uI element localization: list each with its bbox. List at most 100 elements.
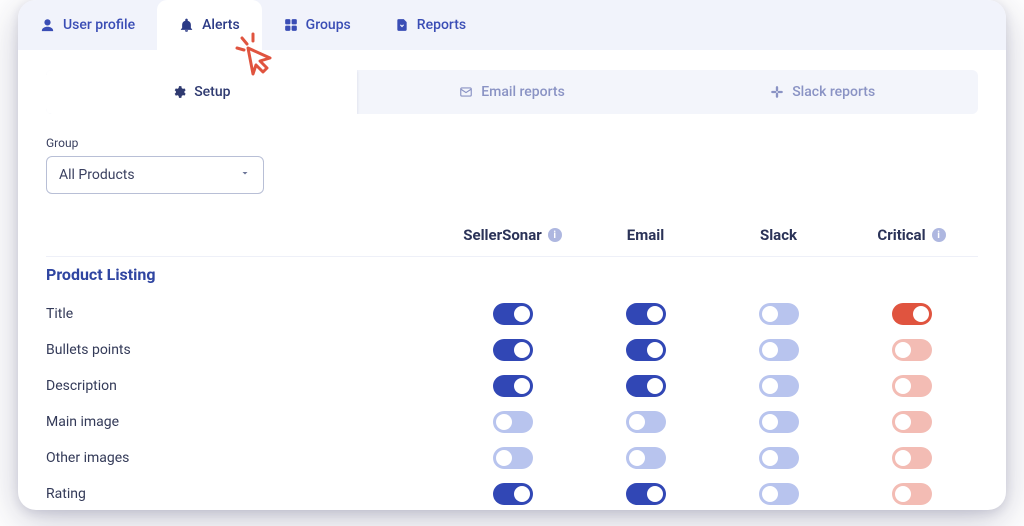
chevron-down-icon: [239, 167, 251, 183]
toggle-cell-critical: [845, 339, 978, 361]
tab-label: Reports: [417, 17, 466, 33]
table-row: Description: [46, 368, 978, 404]
email-toggle[interactable]: [626, 339, 666, 361]
row-label: Main image: [46, 414, 446, 430]
slack-toggle[interactable]: [759, 303, 799, 325]
table-row: Rating: [46, 476, 978, 510]
sellersonar-toggle[interactable]: [493, 483, 533, 505]
critical-toggle[interactable]: [892, 339, 932, 361]
toggle-cell-email: [579, 483, 712, 505]
sellersonar-toggle[interactable]: [493, 411, 533, 433]
tab-reports[interactable]: Reports: [373, 0, 488, 50]
column-slack: Slack: [712, 226, 845, 244]
critical-toggle[interactable]: [892, 483, 932, 505]
email-toggle[interactable]: [626, 483, 666, 505]
column-label: Email: [627, 226, 664, 244]
row-label: Title: [46, 306, 446, 322]
column-email: Email: [579, 226, 712, 244]
info-icon[interactable]: i: [548, 228, 562, 242]
column-critical: Critical i: [845, 226, 978, 244]
subtab-setup[interactable]: Setup: [46, 70, 357, 114]
subtab-label: Setup: [194, 84, 230, 100]
tab-label: Groups: [306, 17, 351, 33]
critical-toggle[interactable]: [892, 375, 932, 397]
email-toggle[interactable]: [626, 447, 666, 469]
toggle-cell-sellersonar: [446, 375, 579, 397]
column-sellersonar: SellerSonar i: [446, 226, 579, 244]
info-icon[interactable]: i: [932, 228, 946, 242]
section-title: Product Listing: [46, 256, 978, 296]
slack-toggle[interactable]: [759, 447, 799, 469]
grid-icon: [284, 18, 298, 32]
subtab-slack-reports[interactable]: Slack reports: [667, 70, 978, 114]
table-row: Bullets points: [46, 332, 978, 368]
tab-user-profile[interactable]: User profile: [18, 0, 157, 50]
email-toggle[interactable]: [626, 303, 666, 325]
toggle-cell-email: [579, 303, 712, 325]
critical-toggle[interactable]: [892, 303, 932, 325]
toggle-cell-critical: [845, 411, 978, 433]
toggle-cell-email: [579, 339, 712, 361]
toggle-cell-slack: [712, 447, 845, 469]
column-label: Critical: [877, 226, 925, 244]
critical-toggle[interactable]: [892, 447, 932, 469]
tab-label: User profile: [63, 17, 135, 33]
critical-toggle[interactable]: [892, 411, 932, 433]
gear-icon: [172, 85, 186, 99]
row-label: Other images: [46, 450, 446, 466]
mail-icon: [459, 85, 473, 99]
column-label: SellerSonar: [463, 226, 542, 244]
table-row: Other images: [46, 440, 978, 476]
toggle-cell-sellersonar: [446, 303, 579, 325]
toggle-cell-slack: [712, 303, 845, 325]
group-select[interactable]: All Products: [46, 156, 264, 194]
toggle-cell-critical: [845, 447, 978, 469]
toggle-cell-critical: [845, 303, 978, 325]
subtab-label: Email reports: [481, 84, 565, 100]
toggle-cell-slack: [712, 339, 845, 361]
slack-toggle[interactable]: [759, 339, 799, 361]
toggle-cell-critical: [845, 375, 978, 397]
subtab-label: Slack reports: [792, 84, 875, 100]
email-toggle[interactable]: [626, 411, 666, 433]
slack-icon: [770, 85, 784, 99]
group-field-label: Group: [46, 136, 978, 150]
toggle-cell-sellersonar: [446, 447, 579, 469]
tab-alerts[interactable]: Alerts: [157, 0, 262, 50]
sub-tabs: Setup Email reports Slack reports: [46, 70, 978, 114]
toggle-cell-slack: [712, 411, 845, 433]
bell-icon: [179, 18, 194, 33]
toggle-cell-email: [579, 375, 712, 397]
row-label: Bullets points: [46, 342, 446, 358]
table-row: Title: [46, 296, 978, 332]
toggle-cell-sellersonar: [446, 411, 579, 433]
top-nav: User profile Alerts Groups Reports: [18, 0, 1006, 50]
slack-toggle[interactable]: [759, 483, 799, 505]
slack-toggle[interactable]: [759, 411, 799, 433]
app-card: User profile Alerts Groups Reports: [18, 0, 1006, 510]
table-row: Main image: [46, 404, 978, 440]
sellersonar-toggle[interactable]: [493, 339, 533, 361]
row-label: Rating: [46, 486, 446, 502]
row-label: Description: [46, 378, 446, 394]
download-file-icon: [395, 18, 409, 32]
sellersonar-toggle[interactable]: [493, 447, 533, 469]
toggle-cell-sellersonar: [446, 339, 579, 361]
toggle-cell-email: [579, 447, 712, 469]
toggle-cell-email: [579, 411, 712, 433]
column-label: Slack: [760, 226, 797, 244]
alerts-table: SellerSonar i Email Slack Critical i Pro…: [46, 216, 978, 510]
table-header: SellerSonar i Email Slack Critical i: [46, 216, 978, 256]
sellersonar-toggle[interactable]: [493, 303, 533, 325]
user-icon: [40, 18, 55, 33]
sellersonar-toggle[interactable]: [493, 375, 533, 397]
toggle-cell-sellersonar: [446, 483, 579, 505]
tab-groups[interactable]: Groups: [262, 0, 373, 50]
subtab-email-reports[interactable]: Email reports: [357, 70, 668, 114]
toggle-cell-critical: [845, 483, 978, 505]
email-toggle[interactable]: [626, 375, 666, 397]
toggle-cell-slack: [712, 483, 845, 505]
toggle-cell-slack: [712, 375, 845, 397]
slack-toggle[interactable]: [759, 375, 799, 397]
tab-label: Alerts: [202, 17, 240, 33]
